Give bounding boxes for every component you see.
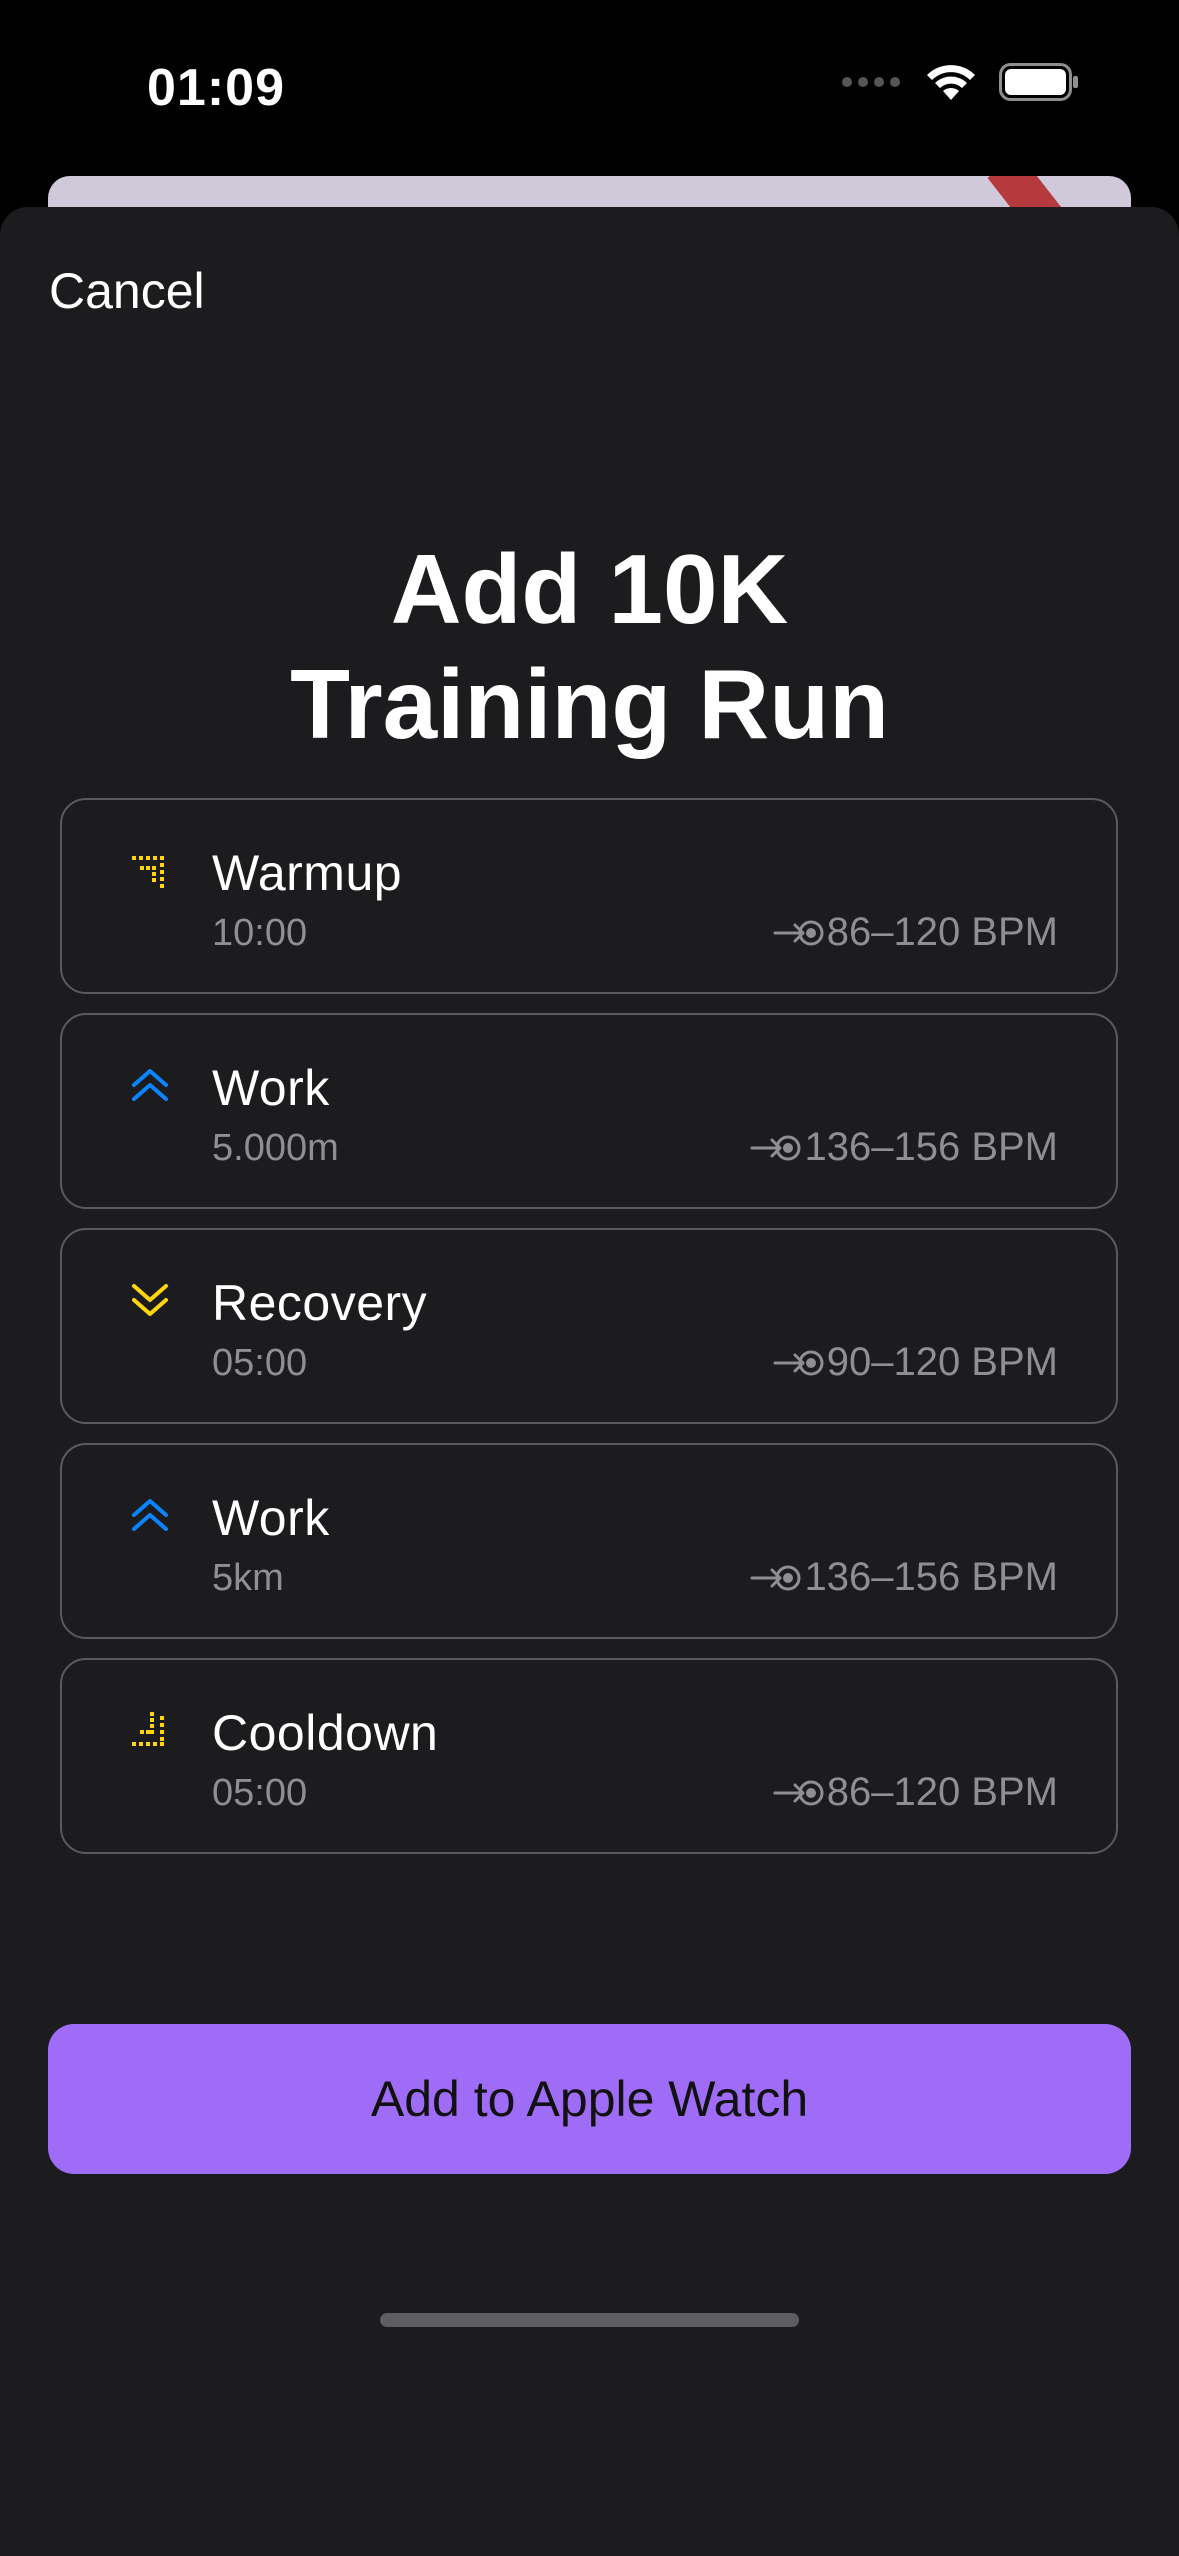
page-title-line2: Training Run: [290, 649, 889, 759]
battery-icon: [999, 63, 1078, 101]
heart-rate-target-icon: [773, 1350, 824, 1375]
step-detail: 05:00: [212, 1342, 308, 1384]
step-detail: 5km: [212, 1557, 284, 1599]
step-target: 136–156 BPM: [750, 1125, 1058, 1170]
step-target: 136–156 BPM: [750, 1555, 1058, 1600]
step-card-work[interactable]: Work 5.000m 136–156 BPM: [60, 1013, 1118, 1209]
page-title: Add 10K Training Run: [0, 532, 1179, 762]
wifi-icon: [927, 65, 975, 100]
cooldown-icon: [132, 1712, 164, 1746]
step-name: Work: [212, 1060, 330, 1116]
status-time: 01:09: [147, 59, 285, 117]
step-name: Work: [212, 1490, 330, 1546]
add-to-apple-watch-button[interactable]: Add to Apple Watch: [48, 2024, 1131, 2174]
step-name: Warmup: [212, 845, 403, 901]
step-target-value: 86–120 BPM: [826, 1770, 1058, 1814]
workout-step-list: Warmup 10:00 86–120 BPM Work 5.000m 136–…: [60, 798, 1118, 1873]
step-card-cooldown[interactable]: Cooldown 05:00 86–120 BPM: [60, 1658, 1118, 1854]
warmup-icon: [132, 856, 164, 888]
step-name: Recovery: [212, 1275, 428, 1331]
chevron-double-up-icon: [132, 1069, 168, 1101]
step-detail: 05:00: [212, 1772, 308, 1814]
step-target: 86–120 BPM: [773, 1770, 1058, 1815]
step-target-value: 90–120 BPM: [826, 1340, 1058, 1384]
step-target: 90–120 BPM: [773, 1340, 1058, 1385]
page-title-line1: Add 10K: [390, 534, 789, 644]
step-card-work[interactable]: Work 5km 136–156 BPM: [60, 1443, 1118, 1639]
cellular-signal-icon: [842, 77, 900, 87]
workout-sheet: Cancel Add 10K Training Run Warmup 10:00: [0, 207, 1179, 2556]
chevron-double-down-icon: [132, 1284, 168, 1316]
step-target-value: 136–156 BPM: [804, 1125, 1058, 1169]
cancel-button[interactable]: Cancel: [49, 262, 205, 320]
step-target-value: 86–120 BPM: [826, 910, 1058, 954]
heart-rate-target-icon: [773, 1780, 824, 1805]
heart-rate-target-icon: [750, 1135, 801, 1160]
home-indicator: [380, 2313, 799, 2327]
step-target-value: 136–156 BPM: [804, 1555, 1058, 1599]
chevron-double-up-icon: [132, 1499, 168, 1531]
step-detail: 10:00: [212, 912, 308, 954]
status-bar: 01:09: [0, 0, 1179, 170]
heart-rate-target-icon: [750, 1565, 801, 1590]
step-card-recovery[interactable]: Recovery 05:00 90–120 BPM: [60, 1228, 1118, 1424]
heart-rate-target-icon: [773, 920, 824, 945]
step-name: Cooldown: [212, 1705, 439, 1761]
status-icons: [841, 62, 1079, 102]
step-card-warmup[interactable]: Warmup 10:00 86–120 BPM: [60, 798, 1118, 994]
step-detail: 5.000m: [212, 1127, 339, 1169]
step-target: 86–120 BPM: [773, 910, 1058, 955]
